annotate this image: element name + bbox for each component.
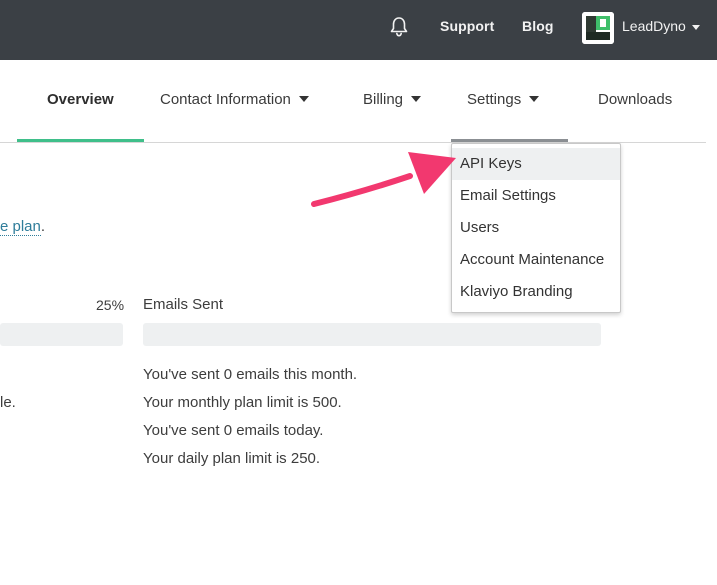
menu-item-klaviyo-branding[interactable]: Klaviyo Branding	[452, 276, 620, 308]
tab-label: Settings	[467, 91, 522, 108]
tab-contact-information[interactable]: Contact Information	[160, 91, 309, 108]
menu-item-account-maintenance[interactable]: Account Maintenance	[452, 244, 620, 276]
caret-down-icon	[411, 96, 422, 102]
emails-sent-title: Emails Sent	[143, 296, 224, 313]
menu-item-email-settings[interactable]: Email Settings	[452, 180, 620, 212]
avatar[interactable]	[582, 12, 614, 44]
tab-settings[interactable]: Settings	[467, 91, 540, 108]
emails-monthly-limit: Your monthly plan limit is 500.	[143, 394, 342, 411]
tab-billing[interactable]: Billing	[363, 91, 422, 108]
emails-monthly-sent: You've sent 0 emails this month.	[143, 366, 358, 383]
tab-label: Billing	[363, 91, 404, 108]
plan-period: .	[40, 218, 46, 235]
plan-text: e plan.	[0, 218, 46, 236]
account-name[interactable]: LeadDyno	[622, 18, 686, 34]
plan-link[interactable]: e plan	[0, 218, 41, 236]
tab-overview[interactable]: Overview	[47, 91, 114, 108]
tab-label: Contact Information	[160, 91, 291, 108]
chevron-down-icon[interactable]	[692, 25, 700, 30]
top-navigation-bar: Support Blog LeadDyno	[0, 0, 717, 60]
menu-item-users[interactable]: Users	[452, 212, 620, 244]
caret-down-icon	[298, 96, 309, 102]
settings-dropdown-menu: API Keys Email Settings Users Account Ma…	[451, 143, 621, 313]
support-link[interactable]: Support	[440, 18, 494, 34]
usage-percent: 25%	[96, 297, 125, 313]
bell-icon[interactable]	[389, 16, 409, 38]
tab-downloads[interactable]: Downloads	[598, 91, 672, 108]
menu-item-api-keys[interactable]: API Keys	[452, 148, 620, 180]
blog-link[interactable]: Blog	[522, 18, 554, 34]
emails-progress-bar	[143, 323, 601, 346]
emails-daily-sent: You've sent 0 emails today.	[143, 422, 324, 439]
emails-daily-limit: Your daily plan limit is 250.	[143, 450, 321, 467]
usage-progress-bar	[0, 323, 123, 346]
caret-down-icon	[529, 96, 540, 102]
annotation-arrow-icon	[311, 152, 456, 207]
usage-text-fragment: le.	[0, 394, 16, 411]
